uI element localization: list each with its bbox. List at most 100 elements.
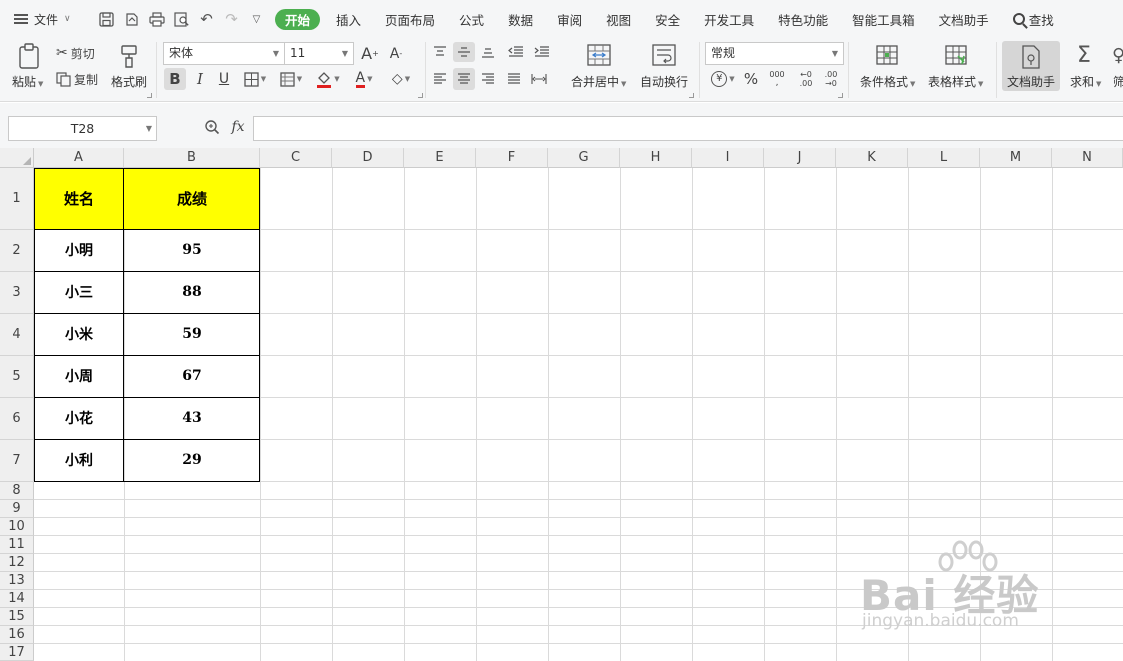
font-color-button[interactable]: A ▼: [349, 68, 379, 90]
align-middle-button[interactable]: [453, 42, 475, 62]
row-header-11[interactable]: 11: [0, 536, 34, 554]
tab-page-layout[interactable]: 页面布局: [373, 6, 447, 32]
table-style-icon[interactable]: [942, 42, 970, 68]
column-header-n[interactable]: N: [1052, 148, 1123, 168]
sum-button[interactable]: 求和 ▼: [1070, 73, 1101, 90]
cell-a3[interactable]: 小三: [34, 271, 124, 313]
cell-b6[interactable]: 43: [124, 397, 260, 439]
cell-b7[interactable]: 29: [124, 439, 260, 481]
row-header-13[interactable]: 13: [0, 572, 34, 590]
increase-decimal-button[interactable]: ←0.00: [795, 68, 817, 90]
column-header-a[interactable]: A: [34, 148, 124, 168]
cut-button[interactable]: ✂ 剪切: [56, 43, 106, 63]
font-group-launcher[interactable]: [418, 93, 423, 98]
format-painter-button[interactable]: 格式刷: [111, 73, 147, 90]
print-icon[interactable]: [144, 7, 169, 31]
conditional-format-icon[interactable]: [873, 42, 901, 68]
table-style-button[interactable]: 表格样式 ▼: [928, 73, 983, 90]
merge-center-button[interactable]: 合并居中 ▼: [571, 73, 626, 90]
paste-button[interactable]: 粘贴 ▼: [12, 73, 43, 90]
row-header-3[interactable]: 3: [0, 272, 34, 314]
print-preview-icon[interactable]: [169, 7, 194, 31]
tab-review[interactable]: 审阅: [545, 6, 594, 32]
row-header-4[interactable]: 4: [0, 314, 34, 356]
increase-font-size-button[interactable]: A +: [359, 42, 381, 65]
distributed-align-button[interactable]: [528, 68, 550, 90]
cell-b5[interactable]: 67: [124, 355, 260, 397]
justify-button[interactable]: [504, 68, 524, 90]
cell-b3[interactable]: 88: [124, 271, 260, 313]
column-header-l[interactable]: L: [908, 148, 980, 168]
row-header-2[interactable]: 2: [0, 230, 34, 272]
font-size-select[interactable]: 11 ▼: [284, 42, 354, 65]
row-header-16[interactable]: 16: [0, 626, 34, 644]
copy-button[interactable]: 复制: [56, 69, 106, 89]
cell-b1-score-header[interactable]: 成绩: [124, 168, 260, 229]
thousands-separator-button[interactable]: 000,: [766, 68, 788, 90]
insert-function-button[interactable]: fx: [228, 117, 248, 137]
clipboard-group-launcher[interactable]: [147, 93, 152, 98]
align-bottom-button[interactable]: [478, 42, 498, 62]
cell-a7[interactable]: 小利: [34, 439, 124, 481]
tab-special-features[interactable]: 特色功能: [766, 6, 840, 32]
export-icon[interactable]: [119, 7, 144, 31]
cell-a6[interactable]: 小花: [34, 397, 124, 439]
row-header-6[interactable]: 6: [0, 398, 34, 440]
align-center-button[interactable]: [453, 68, 475, 90]
customize-toolbar-icon[interactable]: ▽: [244, 7, 269, 31]
cell-b2[interactable]: 95: [124, 229, 260, 271]
italic-button[interactable]: I: [190, 68, 210, 90]
tab-developer[interactable]: 开发工具: [692, 6, 766, 32]
currency-button[interactable]: ¥ ▼: [708, 68, 738, 90]
tab-insert[interactable]: 插入: [324, 6, 373, 32]
column-header-i[interactable]: I: [692, 148, 764, 168]
tab-doc-assistant[interactable]: 文档助手: [927, 6, 1001, 32]
decrease-decimal-button[interactable]: .00 →0: [820, 68, 842, 90]
column-header-k[interactable]: K: [836, 148, 908, 168]
column-header-h[interactable]: H: [620, 148, 692, 168]
sum-icon[interactable]: Σ: [1072, 42, 1096, 68]
filter-icon[interactable]: ♀: [1112, 42, 1123, 68]
row-header-7[interactable]: 7: [0, 440, 34, 482]
bold-button[interactable]: B: [164, 68, 186, 90]
font-name-select[interactable]: 宋体 ▼: [163, 42, 285, 65]
decrease-indent-button[interactable]: [505, 42, 527, 62]
increase-indent-button[interactable]: [531, 42, 553, 62]
save-icon[interactable]: [94, 7, 119, 31]
tab-security[interactable]: 安全: [643, 6, 692, 32]
column-header-e[interactable]: E: [404, 148, 476, 168]
number-format-select[interactable]: 常规 ▼: [705, 42, 844, 65]
cell-b4[interactable]: 59: [124, 313, 260, 355]
column-header-c[interactable]: C: [260, 148, 332, 168]
wrap-text-button[interactable]: 自动换行: [640, 73, 688, 90]
zoom-formula-icon[interactable]: [203, 117, 221, 137]
cell-a1-name-header[interactable]: 姓名: [34, 168, 124, 229]
cell-a2[interactable]: 小明: [34, 229, 124, 271]
column-header-m[interactable]: M: [980, 148, 1052, 168]
format-painter-icon[interactable]: [115, 42, 143, 70]
align-right-button[interactable]: [478, 68, 498, 90]
column-header-f[interactable]: F: [476, 148, 548, 168]
cell-a4[interactable]: 小米: [34, 313, 124, 355]
row-header-1[interactable]: 1: [0, 168, 34, 230]
row-header-12[interactable]: 12: [0, 554, 34, 572]
redo-icon[interactable]: ↷: [219, 7, 244, 31]
column-header-d[interactable]: D: [332, 148, 404, 168]
merge-center-icon[interactable]: [585, 42, 613, 68]
percent-button[interactable]: %: [741, 68, 761, 90]
cell-style-button[interactable]: ▼: [276, 68, 306, 90]
search-button[interactable]: 查找: [1001, 6, 1066, 32]
formula-input[interactable]: [253, 116, 1123, 141]
filter-button-partial[interactable]: 筛: [1113, 73, 1123, 90]
row-header-14[interactable]: 14: [0, 590, 34, 608]
tab-view[interactable]: 视图: [594, 6, 643, 32]
align-left-button[interactable]: [430, 68, 450, 90]
tab-smart-toolbox[interactable]: 智能工具箱: [840, 6, 927, 32]
column-header-b[interactable]: B: [124, 148, 260, 168]
wrap-text-icon[interactable]: [650, 42, 678, 68]
row-header-9[interactable]: 9: [0, 500, 34, 518]
row-header-5[interactable]: 5: [0, 356, 34, 398]
column-header-j[interactable]: J: [764, 148, 836, 168]
paste-icon[interactable]: [14, 42, 44, 70]
clear-format-button[interactable]: ◇ ▼: [386, 68, 416, 90]
